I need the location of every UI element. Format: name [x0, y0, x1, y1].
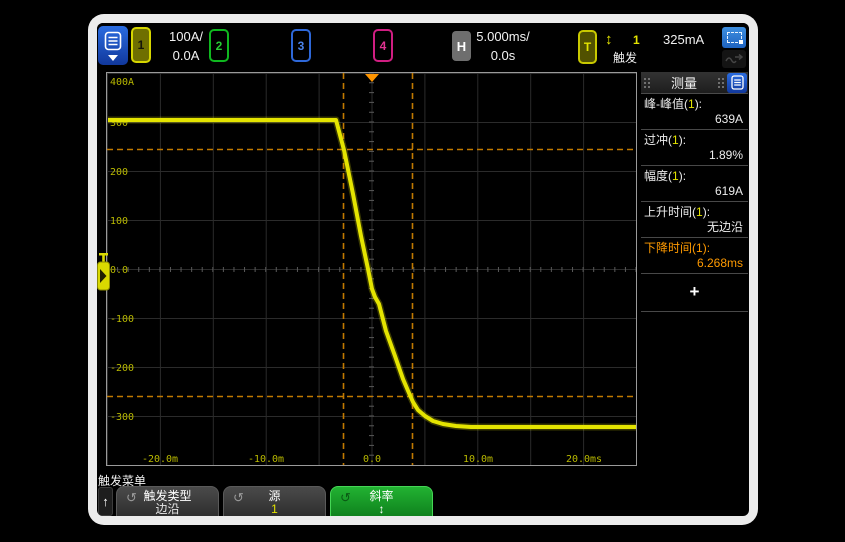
panel-menu-button[interactable]	[727, 73, 747, 93]
time-scale: 5.000ms/	[471, 27, 535, 46]
y-axis-label: 100	[110, 216, 128, 227]
main-menu-button[interactable]	[98, 26, 128, 65]
zoom-select-button[interactable]	[722, 27, 746, 48]
knob-icon: ↺	[233, 490, 244, 506]
channel-3-button[interactable]: 3	[291, 29, 311, 62]
y-axis-label: 0.0	[110, 265, 128, 276]
y-axis-label: -100	[110, 314, 134, 325]
x-axis-label: -10.0m	[248, 454, 284, 465]
horizontal-button[interactable]: H	[452, 31, 471, 61]
panel-title: 测量	[653, 73, 715, 92]
channel-1-button[interactable]: 1	[131, 27, 151, 63]
top-toolbar: 1 100A/ 0.0A 2 3 4 H 5.000ms/ 0.0s T ↕ 1…	[97, 23, 749, 69]
measurement-row-rise-time[interactable]: 上升时间(1): 无边沿	[641, 202, 748, 238]
vertical-scale: 100A/	[157, 27, 215, 46]
selection-rect-icon	[727, 32, 742, 43]
y-axis-label: 400A	[110, 77, 134, 88]
softkey-trigger-type[interactable]: ↺ 触发类型 边沿	[116, 486, 219, 516]
measurement-panel-header[interactable]: 测量	[641, 72, 748, 94]
drag-grip-icon	[643, 77, 651, 89]
trigger-button[interactable]: T	[578, 30, 597, 64]
drag-grip-icon	[717, 77, 725, 89]
x-axis-label: 0.0	[363, 454, 381, 465]
list-menu-icon	[731, 75, 744, 90]
channel-2-button[interactable]: 2	[209, 29, 229, 62]
channel1-scale-readout[interactable]: 100A/ 0.0A	[157, 27, 215, 65]
trigger-source: 1	[633, 33, 640, 47]
x-axis-label: 20.0ms	[566, 454, 602, 465]
menu-back-button[interactable]: ↑	[98, 487, 113, 516]
measurement-row-peak-peak[interactable]: 峰-峰值(1): 639A	[641, 94, 748, 130]
softkey-trigger-slope[interactable]: ↺ 斜率 ↕	[330, 486, 433, 516]
y-axis-label: -300	[110, 412, 134, 423]
knob-icon: ↺	[340, 490, 351, 506]
measurement-row-overshoot[interactable]: 过冲(1): 1.89%	[641, 130, 748, 166]
trigger-level: 325mA	[663, 32, 704, 47]
trigger-caption: 触发	[613, 49, 637, 66]
vertical-offset: 0.0A	[157, 46, 215, 65]
softkey-trigger-source[interactable]: ↺ 源 1	[223, 486, 326, 516]
measurement-row-fall-time[interactable]: 下降时间(1): 6.268ms	[641, 238, 748, 274]
channel-4-button[interactable]: 4	[373, 29, 393, 62]
time-delay: 0.0s	[471, 46, 535, 65]
x-axis-label: 10.0m	[463, 454, 493, 465]
waveform-tool-button[interactable]	[722, 50, 746, 68]
chevron-down-icon	[108, 55, 118, 61]
knob-icon: ↺	[126, 490, 137, 506]
oscilloscope-screen: 1 100A/ 0.0A 2 3 4 H 5.000ms/ 0.0s T ↕ 1…	[97, 23, 749, 516]
waveform-display[interactable]: 400A3002001000.0-100-200-300-20.0m-10.0m…	[106, 72, 637, 466]
x-axis-label: -20.0m	[142, 454, 178, 465]
measurement-panel: 测量 峰-峰值(1): 639A	[641, 72, 748, 466]
oscilloscope-bezel: 1 100A/ 0.0A 2 3 4 H 5.000ms/ 0.0s T ↕ 1…	[88, 14, 758, 525]
list-menu-icon	[104, 31, 122, 53]
trigger-position-marker	[365, 74, 379, 82]
trigger-slope-icon: ↕	[605, 31, 613, 48]
add-measurement-button[interactable]: +	[641, 274, 748, 312]
timebase-readout[interactable]: 5.000ms/ 0.0s	[471, 27, 535, 65]
channel1-ground-marker[interactable]	[97, 252, 110, 294]
measurement-row-amplitude[interactable]: 幅度(1): 619A	[641, 166, 748, 202]
waveform-arrow-icon	[725, 53, 743, 65]
y-axis-label: 200	[110, 167, 128, 178]
y-axis-label: -200	[110, 363, 134, 374]
